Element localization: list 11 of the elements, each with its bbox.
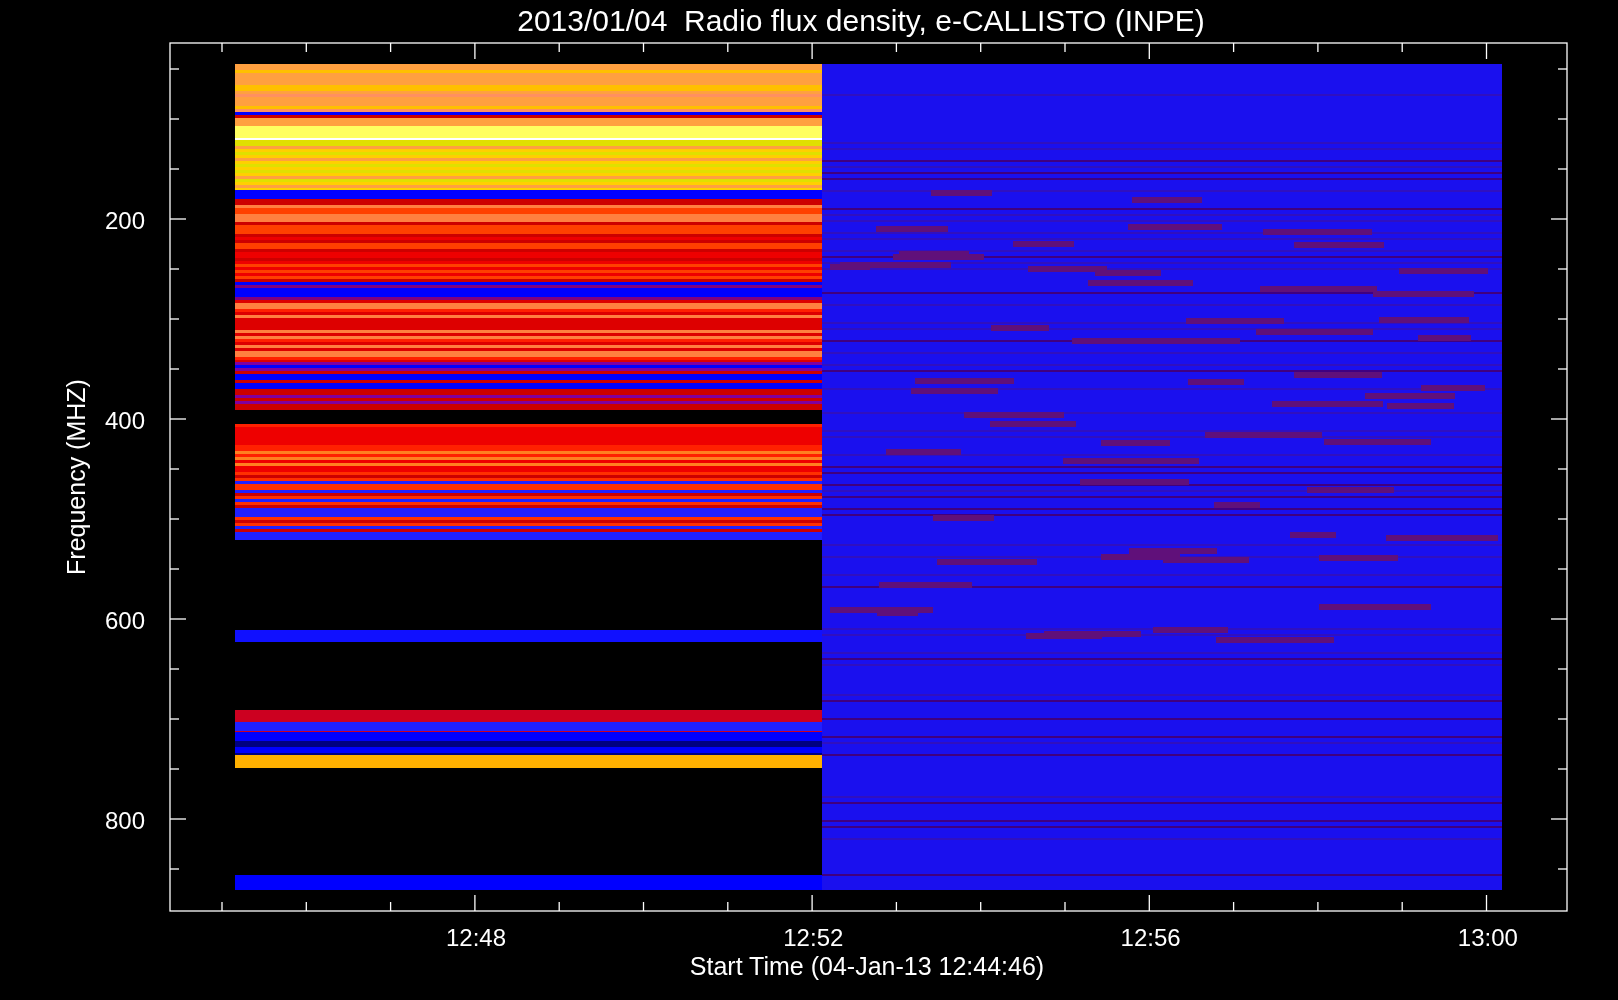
- y-axis-label: Frequency (MHZ): [62, 379, 90, 575]
- y-tick-label: 600: [104, 607, 145, 634]
- y-tick-label: 400: [104, 407, 145, 434]
- chart-title: 2013/01/04 Radio flux density, e-CALLISTO (INPE): [517, 4, 1205, 37]
- x-tick-label: 12:48: [445, 924, 507, 951]
- y-tick-label: 800: [104, 807, 145, 834]
- x-tick-label: 12:56: [1120, 924, 1181, 951]
- x-axis-label: Start Time (04-Jan-13 12:44:46): [689, 952, 1045, 980]
- x-tick-label: 13:00: [1457, 924, 1518, 951]
- y-tick-label: 200: [104, 207, 145, 234]
- x-tick-label: 12:52: [783, 924, 844, 951]
